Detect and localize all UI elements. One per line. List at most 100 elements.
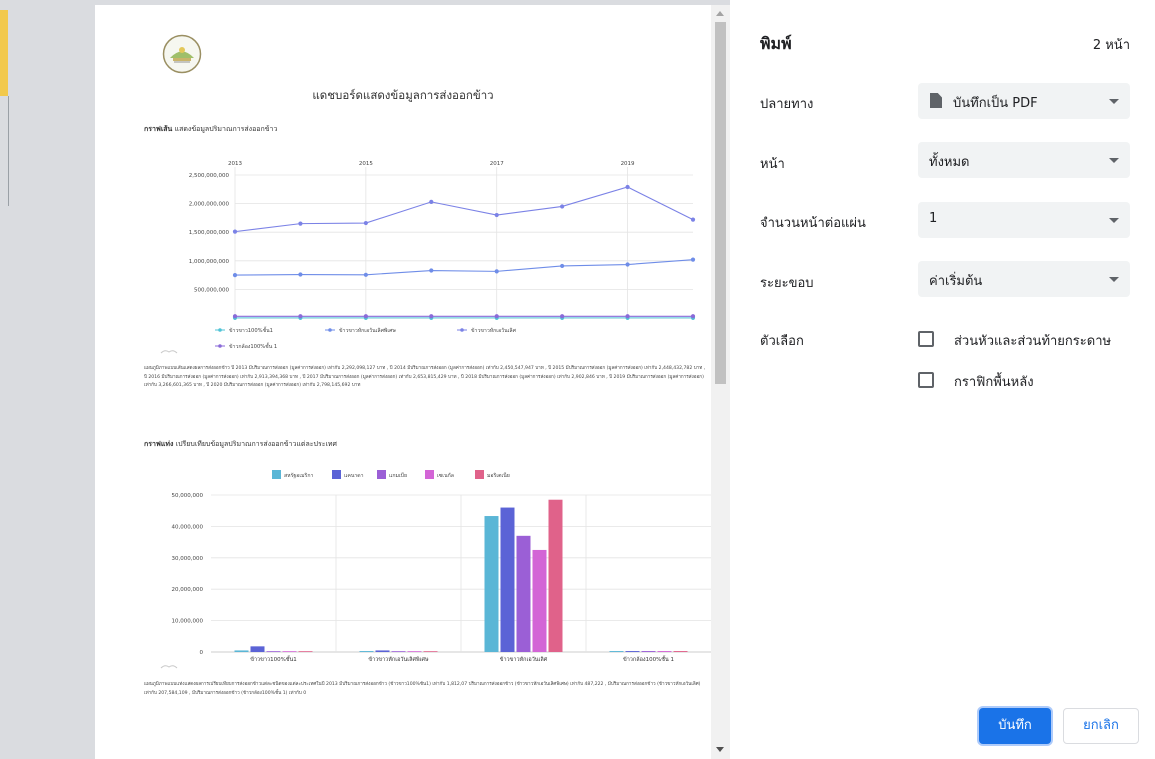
x-tick-label: ข้าวขาว100%ชั้น1 (250, 655, 297, 663)
x-tick-label: 2017 (490, 161, 504, 167)
chevron-down-icon (1109, 99, 1119, 104)
bar (407, 651, 422, 652)
legend-label: ข้าวขาวหักเอวันเลิศ (471, 327, 517, 334)
pages-per-sheet-select[interactable]: 1 (918, 202, 1130, 238)
pages-per-sheet-value: 1 (929, 211, 938, 226)
headers-footers-checkbox[interactable] (918, 331, 934, 347)
chevron-down-icon (1109, 277, 1119, 282)
y-tick-label: 1,000,000,000 (189, 259, 230, 265)
background-graphics-label[interactable]: กราฟิกพื้นหลัง (954, 371, 1034, 392)
scroll-thumb[interactable] (715, 22, 726, 384)
data-point (494, 314, 499, 319)
line-chart-title-text: แสดงข้อมูลปริมาณการส่งออกข้าว (174, 125, 278, 133)
data-point (298, 221, 303, 226)
bar (234, 650, 249, 652)
legend-swatch (332, 470, 341, 479)
pages-per-sheet-label: จำนวนหน้าต่อแผ่น (760, 216, 866, 231)
bar (657, 651, 672, 652)
bar (609, 651, 624, 652)
accent-strip (0, 10, 8, 96)
y-tick-label: 0 (200, 650, 204, 656)
legend-label: ข้าวขาวหักเอวันเลิศพิเศษ (339, 327, 396, 334)
x-tick-label: ข้าวขาวหักเอวันเลิศ (500, 656, 548, 663)
legend-marker (460, 328, 464, 332)
print-settings-panel: พิมพ์ 2 หน้า ปลายทาง บันทึกเป็น PDF หน้า… (730, 0, 1155, 759)
data-point (690, 217, 696, 222)
x-tick-label: 2015 (359, 161, 373, 167)
panel-title: พิมพ์ (760, 34, 792, 53)
headers-footers-label[interactable]: ส่วนหัวและส่วนท้ายกระดาษ (954, 330, 1111, 351)
bar (298, 651, 313, 652)
bar (532, 549, 547, 652)
pages-select[interactable]: ทั้งหมด (918, 142, 1130, 178)
x-tick-label: 2019 (621, 161, 635, 167)
chevron-down-icon (1109, 158, 1119, 163)
background-graphics-checkbox[interactable] (918, 372, 934, 388)
bar (500, 507, 515, 652)
data-point (232, 273, 238, 278)
legend-label: เซเนกัล (437, 472, 454, 479)
line-chart: 2013 2015 2017 2019 2,500,000,000 2,000,000,… (160, 161, 696, 354)
preview-scrollbar[interactable] (711, 5, 730, 759)
data-point (298, 272, 303, 277)
bar (266, 651, 281, 652)
data-point (232, 314, 238, 319)
data-point (363, 272, 368, 277)
data-point (363, 314, 368, 319)
series-line (234, 186, 694, 233)
bar (282, 651, 297, 652)
y-tick-label: 2,000,000,000 (189, 202, 230, 208)
bar (359, 651, 374, 652)
series-line (234, 259, 694, 276)
legend-label: ข้าวกล้อง100%ชั้น 1 (229, 342, 277, 350)
legend-swatch (425, 470, 434, 479)
margins-value: ค่าเริ่มต้น (929, 274, 983, 289)
scroll-up-arrow-icon[interactable] (716, 11, 724, 16)
data-point (429, 268, 434, 273)
y-tick-label: 1,500,000,000 (189, 230, 230, 236)
cancel-button[interactable]: ยกเลิก (1063, 708, 1139, 744)
legend-swatch (272, 470, 281, 479)
bar (673, 651, 688, 652)
scroll-down-arrow-icon[interactable] (716, 747, 724, 752)
bar-chart-title-bold: กราฟแท่ง (144, 440, 174, 448)
x-tick-label: ข้าวขาวหักเอวันเลิศพิเศษ (368, 656, 429, 663)
line-chart-section-title: กราฟเส้น แสดงข้อมูลปริมาณการส่งออกข้าว (144, 124, 277, 135)
line-chart-title-bold: กราฟเส้น (144, 125, 173, 133)
data-point (690, 257, 696, 262)
data-point (560, 314, 565, 319)
legend-label: สหรัฐอเมริกา (284, 472, 313, 479)
data-point (625, 262, 630, 267)
bar (641, 651, 656, 652)
y-tick-label: 10,000,000 (172, 619, 204, 625)
y-tick-label: 40,000,000 (172, 524, 204, 530)
bar (484, 516, 499, 652)
preview-edge-line (8, 96, 9, 206)
save-button[interactable]: บันทึก (979, 708, 1051, 744)
legend-label: แกมเบีย (389, 472, 407, 479)
margins-label: ระยะขอบ (760, 276, 814, 291)
bar-chart-title-text: เปรียบเทียบข้อมูลปริมาณการส่งออกข้าวแต่ล… (175, 440, 337, 448)
legend-swatch (377, 470, 386, 479)
legend-swatch (475, 470, 484, 479)
print-preview-area: แดชบอร์ดแสดงข้อมูลการส่งออกข้าว กราฟเส้น… (0, 0, 730, 759)
y-tick-label: 20,000,000 (172, 587, 204, 593)
file-icon (930, 93, 942, 108)
line-chart-description: แผนภูมิภาพแบบเส้นแสดงผลการส่งออกข้าว ปี … (144, 366, 706, 388)
data-point (625, 314, 630, 319)
options-label: ตัวเลือก (760, 334, 804, 349)
x-tick-label: 2013 (228, 161, 242, 167)
data-point (429, 199, 434, 204)
data-point (560, 263, 565, 269)
preview-page: แดชบอร์ดแสดงข้อมูลการส่งออกข้าว กราฟเส้น… (95, 5, 711, 759)
destination-select[interactable]: บันทึกเป็น PDF (918, 83, 1130, 119)
pages-value: ทั้งหมด (929, 155, 970, 170)
y-tick-label: 2,500,000,000 (189, 173, 230, 179)
bar (516, 535, 531, 652)
data-point (494, 269, 499, 274)
margins-select[interactable]: ค่าเริ่มต้น (918, 261, 1130, 297)
bar-chart-section-title: กราฟแท่ง เปรียบเทียบข้อมูลปริมาณการส่งออ… (144, 439, 337, 450)
legend-label: มอริเตเนีย (487, 472, 510, 479)
data-point (560, 204, 565, 209)
legend-label: ข้าวขาว100%ชั้น1 (229, 326, 273, 334)
